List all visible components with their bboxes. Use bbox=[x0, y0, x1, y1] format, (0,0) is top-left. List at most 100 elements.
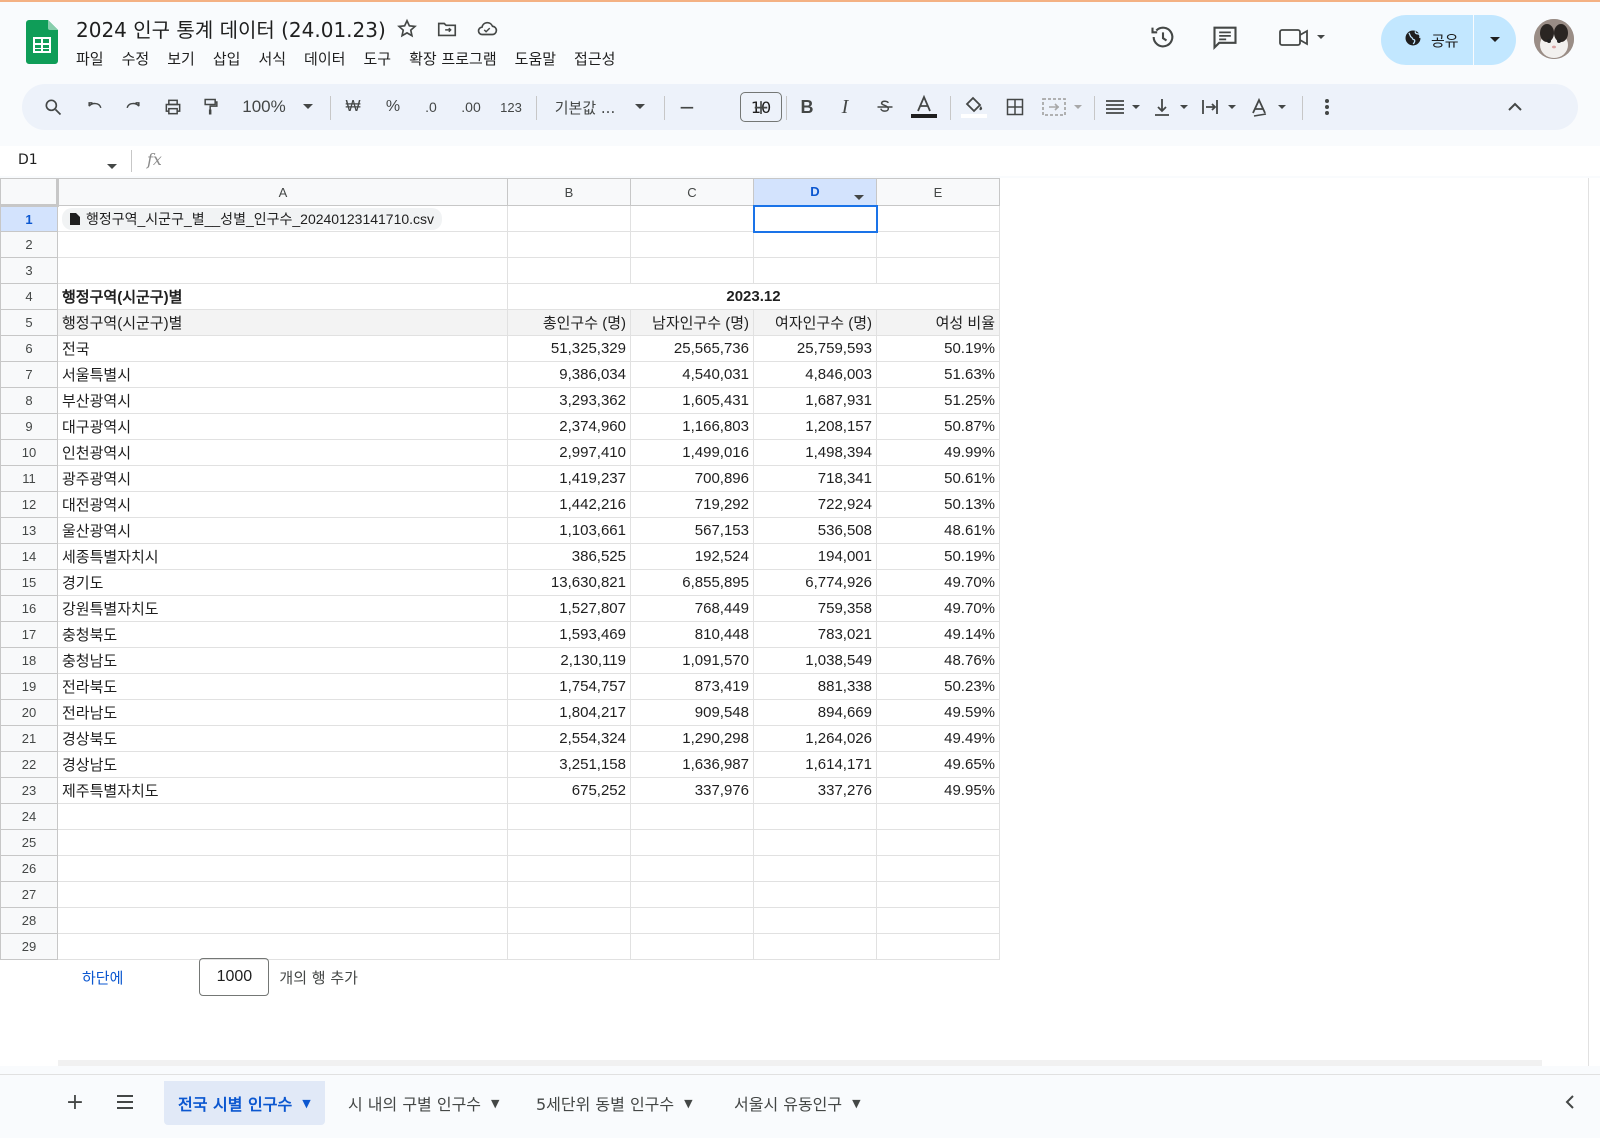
cell[interactable] bbox=[57, 829, 508, 856]
row-header[interactable]: 26 bbox=[0, 855, 58, 882]
cell[interactable]: 386,525 bbox=[507, 543, 631, 570]
row-header[interactable]: 20 bbox=[0, 699, 58, 726]
text-color-icon[interactable] bbox=[906, 84, 942, 130]
merge-cells-icon[interactable] bbox=[1040, 84, 1086, 130]
cell[interactable]: 1,754,757 bbox=[507, 673, 631, 700]
cell[interactable]: 1,605,431 bbox=[630, 387, 754, 414]
cell[interactable]: 13,630,821 bbox=[507, 569, 631, 596]
cell[interactable]: 2,130,119 bbox=[507, 647, 631, 674]
cell[interactable]: 51,325,329 bbox=[507, 335, 631, 362]
cell[interactable]: 1,442,216 bbox=[507, 491, 631, 518]
cell[interactable]: 제주특별자치도 bbox=[57, 777, 508, 804]
cell[interactable]: 9,386,034 bbox=[507, 361, 631, 388]
decrease-decimal-button[interactable]: .0 bbox=[416, 84, 446, 130]
cell[interactable]: 50.19% bbox=[876, 543, 1000, 570]
cell[interactable]: 충청북도 bbox=[57, 621, 508, 648]
row-header[interactable]: 28 bbox=[0, 907, 58, 934]
cell[interactable]: 719,292 bbox=[630, 491, 754, 518]
print-icon[interactable] bbox=[158, 84, 188, 130]
cell[interactable]: 49.99% bbox=[876, 439, 1000, 466]
sheet-tab-chevron-down-icon[interactable]: ▼ bbox=[491, 1097, 499, 1110]
cell[interactable] bbox=[630, 231, 754, 258]
cell[interactable]: 536,508 bbox=[753, 517, 877, 544]
cell[interactable]: 전국 bbox=[57, 335, 508, 362]
cell[interactable]: 51.63% bbox=[876, 361, 1000, 388]
decrease-font-size-button[interactable]: − bbox=[674, 84, 700, 130]
cell[interactable]: 718,341 bbox=[753, 465, 877, 492]
add-sheet-icon[interactable]: + bbox=[60, 1087, 90, 1117]
row-header[interactable]: 10 bbox=[0, 439, 58, 466]
cell[interactable] bbox=[57, 907, 508, 934]
bold-button[interactable]: B bbox=[792, 84, 822, 130]
vertical-scrollbar[interactable] bbox=[1588, 178, 1600, 1066]
cell[interactable] bbox=[753, 231, 877, 258]
cell[interactable] bbox=[57, 933, 508, 960]
add-rows-count-input[interactable]: 1000 bbox=[199, 958, 270, 996]
cell-b5[interactable]: 총인구수 (명) bbox=[507, 309, 631, 336]
row-header[interactable]: 22 bbox=[0, 751, 58, 778]
cell[interactable]: 1,527,807 bbox=[507, 595, 631, 622]
cell[interactable] bbox=[876, 855, 1000, 882]
font-family-select[interactable]: 기본값 ... bbox=[550, 84, 620, 130]
cell[interactable]: 1,499,016 bbox=[630, 439, 754, 466]
cell[interactable]: 49.70% bbox=[876, 569, 1000, 596]
cell[interactable]: 700,896 bbox=[630, 465, 754, 492]
cell[interactable]: 49.59% bbox=[876, 699, 1000, 726]
sheet-tab-chevron-down-icon[interactable]: ▼ bbox=[852, 1097, 860, 1110]
undo-icon[interactable] bbox=[80, 84, 110, 130]
cell[interactable]: 50.23% bbox=[876, 673, 1000, 700]
cell[interactable] bbox=[630, 933, 754, 960]
cell[interactable]: 1,498,394 bbox=[753, 439, 877, 466]
italic-button[interactable]: I bbox=[830, 84, 860, 130]
cell[interactable]: 1,419,237 bbox=[507, 465, 631, 492]
zoom-chevron-down-icon[interactable] bbox=[300, 84, 316, 130]
cell[interactable]: 2,374,960 bbox=[507, 413, 631, 440]
cell[interactable]: 3,293,362 bbox=[507, 387, 631, 414]
cell[interactable] bbox=[753, 933, 877, 960]
cell[interactable] bbox=[630, 257, 754, 284]
comments-icon[interactable] bbox=[1210, 22, 1240, 52]
cell[interactable] bbox=[753, 829, 877, 856]
cell[interactable]: 경상북도 bbox=[57, 725, 508, 752]
name-box-chevron-down-icon[interactable] bbox=[106, 156, 118, 175]
cell[interactable]: 25,565,736 bbox=[630, 335, 754, 362]
cell[interactable]: 48.76% bbox=[876, 647, 1000, 674]
font-chevron-down-icon[interactable] bbox=[632, 84, 648, 130]
row-header[interactable]: 7 bbox=[0, 361, 58, 388]
cell-c5[interactable]: 남자인구수 (명) bbox=[630, 309, 754, 336]
cell[interactable] bbox=[507, 933, 631, 960]
share-dropdown-button[interactable] bbox=[1474, 36, 1516, 44]
sheets-logo-icon[interactable] bbox=[26, 20, 58, 64]
zoom-select[interactable]: 100% bbox=[238, 84, 290, 130]
cell[interactable]: 경상남도 bbox=[57, 751, 508, 778]
row-header[interactable]: 25 bbox=[0, 829, 58, 856]
menu-data[interactable]: 데이터 bbox=[304, 46, 354, 71]
row-header[interactable]: 17 bbox=[0, 621, 58, 648]
cell[interactable]: 337,976 bbox=[630, 777, 754, 804]
cell[interactable]: 2,554,324 bbox=[507, 725, 631, 752]
cell[interactable]: 서울특별시 bbox=[57, 361, 508, 388]
cell[interactable]: 873,419 bbox=[630, 673, 754, 700]
all-sheets-menu-icon[interactable] bbox=[110, 1087, 140, 1117]
row-header[interactable]: 2 bbox=[0, 231, 58, 258]
cell[interactable]: 대전광역시 bbox=[57, 491, 508, 518]
cell[interactable] bbox=[57, 803, 508, 830]
text-wrapping-icon[interactable] bbox=[1198, 84, 1242, 130]
file-chip[interactable]: 행정구역_시군구_별__성별_인구수_20240123141710.csv bbox=[62, 207, 443, 230]
cell[interactable]: 전라남도 bbox=[57, 699, 508, 726]
cell[interactable]: 49.65% bbox=[876, 751, 1000, 778]
row-header[interactable]: 4 bbox=[0, 283, 58, 310]
more-options-icon[interactable] bbox=[1312, 84, 1342, 130]
share-button[interactable]: 공유 bbox=[1381, 15, 1473, 65]
cell[interactable]: 1,166,803 bbox=[630, 413, 754, 440]
row-header[interactable]: 8 bbox=[0, 387, 58, 414]
cell[interactable]: 1,290,298 bbox=[630, 725, 754, 752]
cell[interactable]: 768,449 bbox=[630, 595, 754, 622]
row-header[interactable]: 21 bbox=[0, 725, 58, 752]
cell[interactable]: 49.95% bbox=[876, 777, 1000, 804]
row-header[interactable]: 6 bbox=[0, 335, 58, 362]
cell[interactable] bbox=[507, 855, 631, 882]
meet-camera-icon[interactable] bbox=[1277, 22, 1329, 52]
cell[interactable]: 6,855,895 bbox=[630, 569, 754, 596]
menu-tools[interactable]: 도구 bbox=[363, 46, 400, 71]
